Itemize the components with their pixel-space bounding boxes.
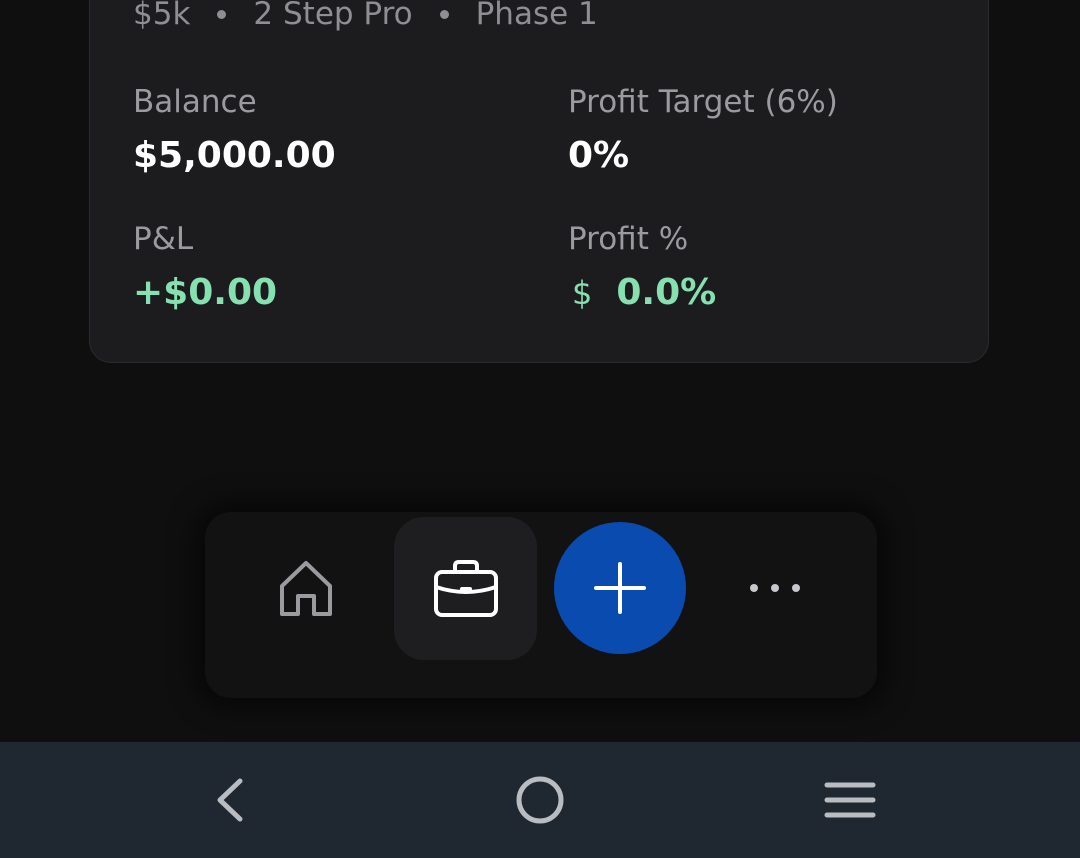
account-size: $5k <box>133 0 191 32</box>
profit-percent-value: 0.0% <box>616 272 717 313</box>
system-back-button[interactable] <box>198 764 262 836</box>
add-button[interactable] <box>554 522 686 654</box>
dollar-icon: $ <box>572 274 593 312</box>
system-navigation-bar <box>0 742 1080 858</box>
more-icon <box>750 584 800 592</box>
nav-portfolio-button[interactable] <box>394 517 537 660</box>
nav-home-button[interactable] <box>270 552 342 624</box>
home-circle-icon <box>516 776 564 824</box>
recent-apps-icon <box>824 782 876 818</box>
account-program: 2 Step Pro <box>253 0 413 32</box>
pnl-stat: P&L +$0.00 <box>133 219 277 315</box>
balance-stat: Balance $5,000.00 <box>133 82 336 178</box>
nav-more-button[interactable] <box>740 566 810 610</box>
back-icon <box>217 778 243 822</box>
account-phase: Phase 1 <box>475 0 598 32</box>
profit-target-label: Profit Target (6%) <box>568 84 838 120</box>
profit-target-value: 0% <box>568 135 630 176</box>
profit-target-stat: Profit Target (6%) 0% <box>568 82 838 178</box>
profit-percent-label: Profit % <box>568 221 689 257</box>
pnl-value: +$0.00 <box>133 272 278 313</box>
separator-dot <box>217 9 227 19</box>
profit-percent-row: $ 0.0% <box>568 271 716 315</box>
balance-value: $5,000.00 <box>133 135 336 176</box>
plus-icon <box>594 562 646 614</box>
system-recent-apps-button[interactable] <box>818 764 882 836</box>
separator-dot <box>439 9 449 19</box>
system-home-button[interactable] <box>508 764 572 836</box>
balance-label: Balance <box>133 84 257 120</box>
pnl-label: P&L <box>133 221 194 257</box>
briefcase-icon <box>433 559 498 617</box>
account-subtitle: $5k 2 Step Pro Phase 1 <box>133 0 598 34</box>
home-icon <box>280 561 332 616</box>
profit-percent-stat: Profit % $ 0.0% <box>568 219 716 315</box>
